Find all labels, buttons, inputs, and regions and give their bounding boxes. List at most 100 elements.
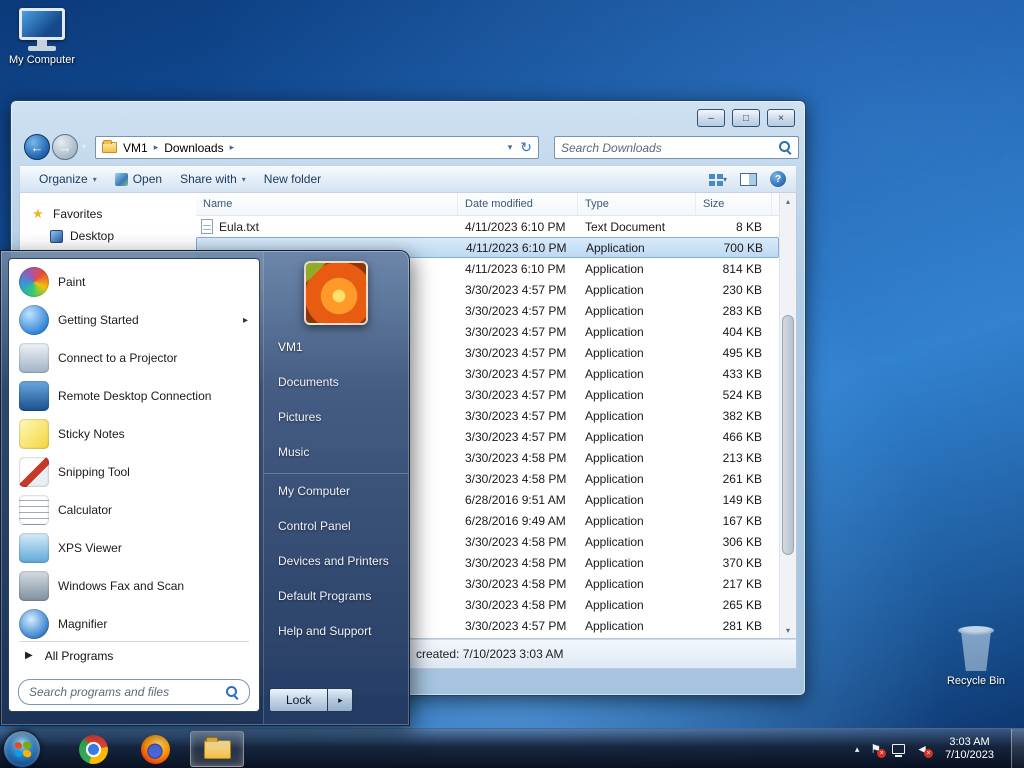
scroll-up-icon[interactable]: ▴	[780, 193, 796, 209]
start-menu-item[interactable]: Calculator ▸	[11, 491, 257, 529]
start-menu-place-item[interactable]: Help and Support	[264, 613, 408, 648]
scroll-down-icon[interactable]: ▾	[780, 622, 796, 638]
show-hidden-icons-button[interactable]: ▴	[855, 744, 860, 755]
desktop-icon-recycle-bin[interactable]: Recycle Bin	[940, 626, 1012, 687]
share-with-button[interactable]: Share with ▾	[171, 166, 255, 192]
start-menu-place-item[interactable]: Documents	[264, 364, 408, 399]
start-menu-place-item[interactable]: Pictures	[264, 399, 408, 434]
open-button[interactable]: Open	[106, 166, 171, 192]
start-menu-place-item[interactable]: Music	[264, 434, 408, 469]
desktop-icon-my-computer[interactable]: My Computer	[6, 8, 78, 66]
start-menu-item[interactable]: Paint ▸	[11, 263, 257, 301]
windows-logo-icon	[14, 741, 31, 757]
all-programs-button[interactable]: ▶ All Programs	[19, 641, 249, 669]
desktop-small-icon	[50, 229, 63, 243]
column-header[interactable]: Date modified	[458, 193, 578, 215]
start-menu-item[interactable]: Windows Fax and Scan ▸	[11, 567, 257, 605]
column-header[interactable]: Name	[196, 193, 458, 215]
search-icon[interactable]	[779, 141, 792, 154]
address-dropdown-icon[interactable]: ▾	[508, 142, 513, 153]
file-type: Application	[585, 429, 644, 444]
file-type: Application	[585, 282, 644, 297]
start-menu-item[interactable]: XPS Viewer ▸	[11, 529, 257, 567]
submenu-arrow-icon: ▸	[242, 314, 248, 326]
change-view-button[interactable]: ▾	[708, 173, 727, 185]
file-type: Application	[585, 387, 644, 402]
sidebar-item[interactable]: Favorites	[20, 203, 196, 225]
show-desktop-button[interactable]	[1011, 729, 1024, 768]
file-type: Application	[585, 366, 644, 381]
file-type: Application	[585, 534, 644, 549]
start-menu-item[interactable]: Sticky Notes ▸	[11, 415, 257, 453]
start-button[interactable]	[3, 730, 41, 768]
recent-pages-dropdown[interactable]: ▾	[82, 142, 86, 151]
column-header[interactable]: Size	[696, 193, 772, 215]
shutdown-options-arrow[interactable]: ▸	[328, 688, 354, 712]
file-size: 8 KB	[735, 219, 762, 234]
organize-button[interactable]: Organize ▾	[30, 166, 106, 192]
taskbar-explorer-button[interactable]	[190, 731, 244, 767]
help-icon[interactable]: ?	[770, 171, 786, 187]
file-date-modified: 3/30/2023 4:57 PM	[465, 366, 567, 381]
vertical-scrollbar[interactable]: ▴ ▾	[779, 193, 796, 638]
column-header-label: Name	[203, 198, 233, 210]
start-menu-item[interactable]: Getting Started ▸	[11, 301, 257, 339]
address-bar[interactable]: VM1 ▸ Downloads ▸ ▾ ↻	[95, 136, 539, 159]
breadcrumb-item[interactable]: Downloads ▸	[164, 141, 240, 155]
start-menu-place-item[interactable]: Devices and Printers	[264, 543, 408, 578]
start-menu-item[interactable]: Remote Desktop Connection ▸	[11, 377, 257, 415]
file-type: Text Document	[585, 219, 666, 234]
start-search-input[interactable]	[29, 685, 226, 699]
file-date-modified: 3/30/2023 4:58 PM	[465, 555, 567, 570]
taskbar: ▴ ⚑ × ◄ × 3:03 AM 7/10/2023	[0, 728, 1024, 768]
close-button[interactable]: ×	[767, 109, 795, 127]
taskbar-chrome-button[interactable]	[66, 731, 120, 767]
breadcrumb-label: VM1	[123, 140, 148, 155]
file-date-modified: 3/30/2023 4:57 PM	[465, 303, 567, 318]
alert-badge: ×	[877, 749, 887, 758]
breadcrumb-item[interactable]: VM1 ▸	[123, 141, 164, 155]
file-type: Application	[585, 345, 644, 360]
action-center-flag-icon[interactable]: ⚑ ×	[870, 742, 887, 758]
breadcrumb-separator-icon[interactable]: ▸	[230, 142, 235, 153]
start-menu-item[interactable]: Magnifier ▸	[11, 605, 257, 643]
start-menu-item-label: Magnifier	[58, 617, 108, 631]
new-folder-button[interactable]: New folder	[255, 166, 330, 192]
file-type: Application	[585, 618, 644, 633]
calculator-icon	[19, 495, 49, 525]
views-grid-icon	[708, 173, 715, 179]
file-date-modified: 3/30/2023 4:57 PM	[465, 408, 567, 423]
start-menu-place-label: Music	[278, 444, 310, 459]
column-header[interactable]: Type	[578, 193, 696, 215]
sidebar-item[interactable]: Desktop	[20, 225, 196, 247]
minimize-button[interactable]: –	[697, 109, 725, 127]
taskbar-firefox-button[interactable]	[128, 731, 182, 767]
back-button[interactable]: ←	[24, 134, 50, 160]
maximize-button[interactable]: □	[732, 109, 760, 127]
search-icon[interactable]	[226, 685, 239, 699]
user-avatar[interactable]	[304, 261, 368, 325]
network-icon[interactable]	[892, 744, 906, 757]
column-header-label: Type	[585, 198, 609, 210]
start-menu-place-item[interactable]: Default Programs	[264, 578, 408, 613]
search-input[interactable]	[561, 140, 779, 155]
file-date-modified: 3/30/2023 4:57 PM	[465, 345, 567, 360]
file-size: 814 KB	[722, 261, 762, 276]
taskbar-clock[interactable]: 3:03 AM 7/10/2023	[945, 736, 994, 762]
breadcrumb-separator-icon[interactable]: ▸	[154, 142, 159, 153]
start-menu-item[interactable]: Connect to a Projector ▸	[11, 339, 257, 377]
folder-icon	[102, 140, 117, 153]
desktop-icon-label: Recycle Bin	[946, 675, 1006, 687]
volume-icon[interactable]: ◄ ×	[916, 742, 934, 758]
start-menu-place-item[interactable]: Control Panel	[264, 508, 408, 543]
start-menu-item[interactable]: Snipping Tool ▸	[11, 453, 257, 491]
lock-button[interactable]: Lock	[269, 688, 329, 712]
start-menu-place-item[interactable]: My Computer	[264, 473, 408, 508]
refresh-icon[interactable]: ↻	[520, 139, 532, 156]
file-type: Application	[585, 513, 644, 528]
preview-pane-icon[interactable]	[740, 172, 757, 186]
start-menu-item-label: Paint	[58, 275, 86, 289]
forward-button[interactable]: →	[52, 134, 78, 160]
file-row[interactable]: Eula.txt 4/11/2023 6:10 PM Text Document…	[196, 216, 779, 237]
scrollbar-thumb[interactable]	[782, 315, 794, 555]
